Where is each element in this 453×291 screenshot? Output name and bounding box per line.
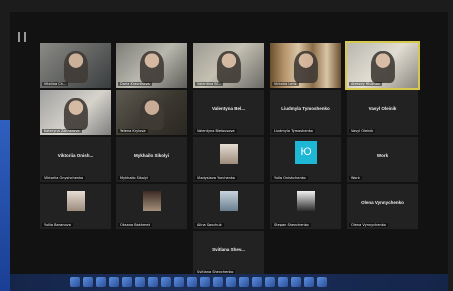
participant-tile[interactable]: Work Work xyxy=(347,137,418,182)
participant-label: Victoria Lenz xyxy=(272,82,299,86)
app-icon[interactable] xyxy=(304,277,314,287)
participant-tile-active-speaker[interactable]: Aleksey Hlukhov xyxy=(347,43,418,88)
participant-tile[interactable]: Victoria Lenz xyxy=(270,43,341,88)
grip-icon xyxy=(18,32,26,42)
participant-name: Viktoriia Onish... xyxy=(57,153,94,158)
avatar-initials: Ю xyxy=(295,141,317,164)
participant-tile[interactable]: Viktoriia Onish... Viktoriia Onyshchenko xyxy=(40,137,111,182)
participant-name: Olena Vynnychenko xyxy=(361,200,404,205)
app-icon[interactable] xyxy=(135,277,145,287)
participant-name: Valentyna Bel... xyxy=(211,106,245,111)
app-icon[interactable] xyxy=(109,277,119,287)
app-icon[interactable] xyxy=(252,277,262,287)
participant-label: Vladyslava Yurchenko xyxy=(195,176,237,180)
app-icon[interactable] xyxy=(161,277,171,287)
meeting-gallery-view: Vitalina Ch... Daria Krasnikova Valentin… xyxy=(10,12,448,276)
avatar xyxy=(143,191,161,211)
app-icon[interactable] xyxy=(96,277,106,287)
app-icon[interactable] xyxy=(291,277,301,287)
participant-label: Liudmyla Tymoshenko xyxy=(272,129,315,133)
participant-name: Vasyl Oleinik xyxy=(368,106,397,111)
participant-tile[interactable]: Vladyslava Yurchenko xyxy=(193,137,264,182)
avatar xyxy=(220,144,238,164)
app-icon[interactable] xyxy=(239,277,249,287)
app-icon[interactable] xyxy=(83,277,93,287)
app-icon[interactable] xyxy=(213,277,223,287)
participant-tile[interactable]: Yelena Krylova xyxy=(116,90,187,135)
participant-label: Stepan Shevchenko xyxy=(272,223,311,227)
app-icon[interactable] xyxy=(122,277,132,287)
app-icon[interactable] xyxy=(187,277,197,287)
participant-label: Aleksey Hlukhov xyxy=(349,82,382,86)
participant-label: Daria Krasnikova xyxy=(118,82,152,86)
app-icon[interactable] xyxy=(70,277,80,287)
app-icon[interactable] xyxy=(174,277,184,287)
participant-tile[interactable]: Kateryna Zakharova xyxy=(40,90,111,135)
participant-tile[interactable]: Yuliia Baranova xyxy=(40,184,111,229)
participant-label: Valentyna Bielousova xyxy=(195,129,237,133)
participant-label: Olena Vynnychenko xyxy=(349,223,388,227)
participant-tile[interactable]: Ю Yulia Onishchenko xyxy=(270,137,341,182)
participant-tile[interactable]: Svitlana Shev... Svitlana Shevchenko xyxy=(193,231,264,276)
taskbar xyxy=(10,274,448,291)
app-icon[interactable] xyxy=(148,277,158,287)
participant-tile[interactable]: Olena Vynnychenko Olena Vynnychenko xyxy=(347,184,418,229)
taskbar-icons xyxy=(70,277,327,287)
app-icon[interactable] xyxy=(265,277,275,287)
participant-label: Vasyl Oleinik xyxy=(349,129,376,133)
participant-label: Work xyxy=(349,176,362,180)
avatar xyxy=(297,191,315,211)
participant-name: Mykhailo Sikolyi xyxy=(133,153,169,158)
app-icon[interactable] xyxy=(226,277,236,287)
participant-name: Svitlana Shev... xyxy=(212,247,245,252)
participant-label: Mykhailo Sikolyi xyxy=(118,176,150,180)
participant-tile[interactable]: Alina Savchuk xyxy=(193,184,264,229)
app-icon[interactable] xyxy=(317,277,327,287)
participant-tile[interactable]: Vasyl Oleinik Vasyl Oleinik xyxy=(347,90,418,135)
participant-tile[interactable]: Valentina Bl... xyxy=(193,43,264,88)
participant-label: Vitalina Ch... xyxy=(42,82,69,86)
participant-tile[interactable]: Oksana Bakhmet xyxy=(116,184,187,229)
participant-tile[interactable]: Valentyna Bel... Valentyna Bielousova xyxy=(193,90,264,135)
avatar xyxy=(220,191,238,211)
participant-tile[interactable]: Mykhailo Sikolyi Mykhailo Sikolyi xyxy=(116,137,187,182)
avatar xyxy=(67,191,85,211)
participant-label: Valentina Bl... xyxy=(195,82,224,86)
participant-label: Oksana Bakhmet xyxy=(118,223,152,227)
participant-tile[interactable]: Vitalina Ch... xyxy=(40,43,111,88)
participant-label: Kateryna Zakharova xyxy=(42,129,82,133)
participant-label: Yuliia Baranova xyxy=(42,223,73,227)
app-icon[interactable] xyxy=(278,277,288,287)
participant-label: Alina Savchuk xyxy=(195,223,224,227)
participant-name: Work xyxy=(376,153,389,158)
participant-label: Yulia Onishchenko xyxy=(272,176,308,180)
participant-tile[interactable]: Daria Krasnikova xyxy=(116,43,187,88)
participant-label: Viktoriia Onyshchenko xyxy=(42,176,86,180)
participant-tile[interactable]: Liudmyla Tymoshenko Liudmyla Tymoshenko xyxy=(270,90,341,135)
participant-name: Liudmyla Tymoshenko xyxy=(281,106,330,111)
app-icon[interactable] xyxy=(200,277,210,287)
participant-label: Yelena Krylova xyxy=(118,129,148,133)
participant-tile[interactable]: Stepan Shevchenko xyxy=(270,184,341,229)
